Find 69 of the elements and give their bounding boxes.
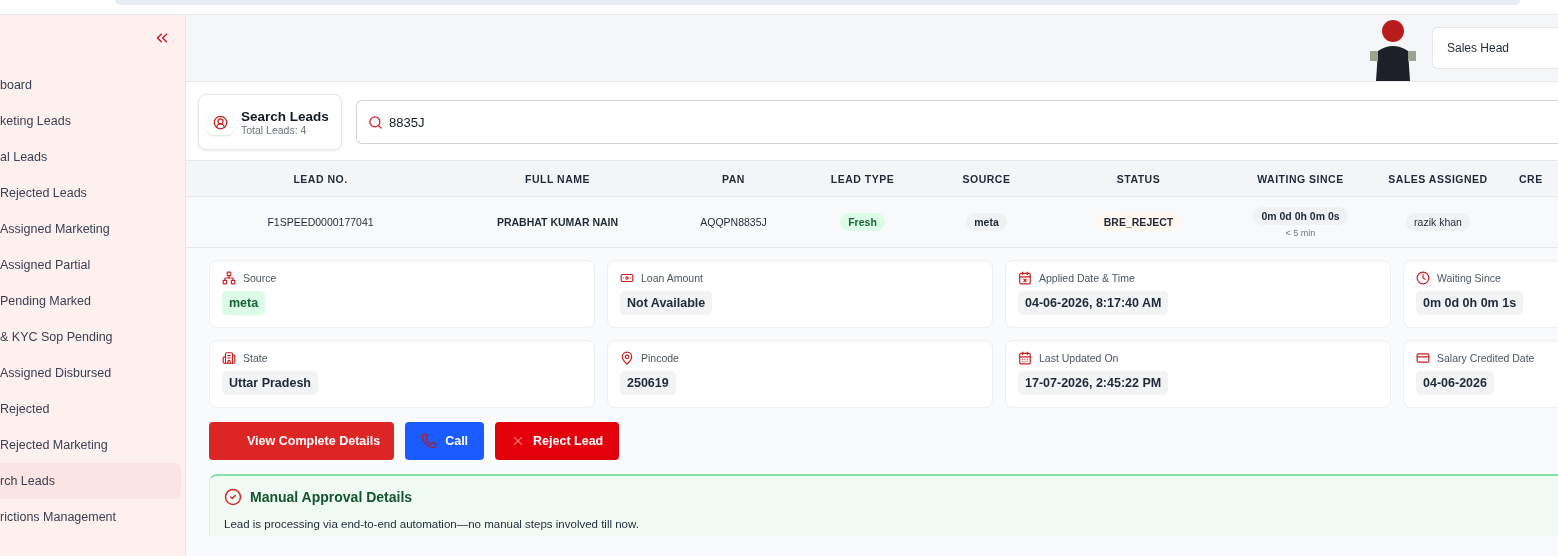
column-header: FULL NAME	[524, 171, 591, 187]
sidebar-item[interactable]: & KYC Sop Pending	[0, 319, 181, 355]
calendar-icon	[1018, 351, 1032, 365]
column-header: WAITING SINCE	[1256, 171, 1345, 187]
assignee-tag: razik khan	[1406, 213, 1470, 231]
sidebar-item[interactable]: Rejected Leads	[0, 175, 181, 211]
sidebar-item[interactable]: Rejected	[0, 391, 181, 427]
card-title: Search Leads	[241, 108, 329, 124]
reject-button[interactable]: Reject Lead	[495, 422, 620, 460]
column-header: STATUS	[1115, 171, 1162, 187]
search-icon	[368, 115, 383, 130]
column-header: SOURCE	[961, 171, 1012, 187]
sidebar-item[interactable]: Rejected Marketing	[0, 427, 181, 463]
phone-icon	[421, 433, 438, 449]
sidebar-item[interactable]: keting Leads	[0, 103, 181, 139]
sidebar-item[interactable]: Assigned Partial	[0, 247, 181, 283]
detail-value: 0m 0d 0h 0m 1s	[1416, 291, 1524, 315]
column-header: CRE	[1518, 171, 1544, 187]
detail-value: 04-06-2026, 8:17:40 AM	[1018, 291, 1169, 315]
user-icon	[207, 109, 233, 135]
sidebar-item[interactable]: Assigned Disbursed	[0, 355, 181, 391]
check-circle-icon	[224, 488, 242, 506]
column-header: LEAD TYPE	[829, 171, 896, 187]
detail-label: State	[243, 352, 268, 364]
detail-value: 250619	[620, 371, 676, 395]
table-cell-text: PRABHAT KUMAR NAIN	[495, 215, 620, 230]
detail-value: Uttar Pradesh	[222, 371, 318, 395]
detail-label: Source	[243, 272, 277, 284]
total-leads: Total Leads: 4	[241, 123, 308, 136]
hierarchy-icon	[222, 271, 236, 285]
column-header: LEAD NO.	[292, 171, 349, 187]
source-tag: meta	[966, 213, 1007, 231]
column-header: SALES ASSIGNED	[1387, 171, 1489, 187]
calendar-icon	[1018, 271, 1032, 285]
detail-value: Not Available	[620, 291, 713, 315]
sidebar-item[interactable]: rch Leads	[0, 463, 181, 499]
detail-value: 17-07-2026, 2:45:22 PM	[1018, 371, 1169, 395]
detail-value: 04-06-2026	[1416, 371, 1494, 395]
table-cell-text: AQQPN8835J	[699, 215, 768, 230]
card-icon	[1416, 351, 1430, 365]
lead-type-tag: Fresh	[840, 213, 885, 231]
map-pin-icon	[620, 351, 634, 365]
detail-label: Loan Amount	[641, 272, 703, 284]
panel-text: Lead is processing via end-to-end automation—no manual steps involved till now.	[224, 518, 640, 530]
detail-label: Pincode	[641, 352, 679, 364]
table-cell-text: F1SPEED0000177041	[266, 215, 375, 230]
detail-label: Last Updated On	[1039, 352, 1119, 364]
detail-value: meta	[222, 291, 266, 315]
sidebar-item[interactable]: al Leads	[0, 139, 181, 175]
view-details-button[interactable]: View Complete Details	[209, 422, 395, 460]
search-field[interactable]: 8835J	[356, 100, 1558, 144]
banknote-icon	[620, 271, 634, 285]
panel-title: Manual Approval Details	[250, 489, 413, 505]
sidebar-item[interactable]: Assigned Marketing	[0, 211, 181, 247]
sidebar-item[interactable]: rictions Management	[0, 499, 181, 535]
detail-label: Waiting Since	[1437, 272, 1501, 284]
waiting-note: < 5 min	[1285, 227, 1316, 238]
building-icon	[222, 351, 236, 365]
sidebar-item[interactable]: Pending Marked	[0, 283, 181, 319]
call-button[interactable]: Call	[405, 422, 485, 460]
waiting-time: 0m 0d 0h 0m 0s	[1253, 206, 1348, 225]
avatar-silhouette	[1368, 17, 1418, 81]
detail-label: Salary Credited Date	[1437, 352, 1535, 364]
sidebar-item[interactable]: board	[0, 67, 181, 103]
clock-icon	[1416, 271, 1430, 285]
column-header: PAN	[721, 171, 746, 187]
detail-label: Applied Date & Time	[1039, 272, 1135, 284]
status-tag: BRE_REJECT	[1095, 213, 1182, 231]
role-select[interactable]: Sales Head	[1432, 27, 1558, 69]
